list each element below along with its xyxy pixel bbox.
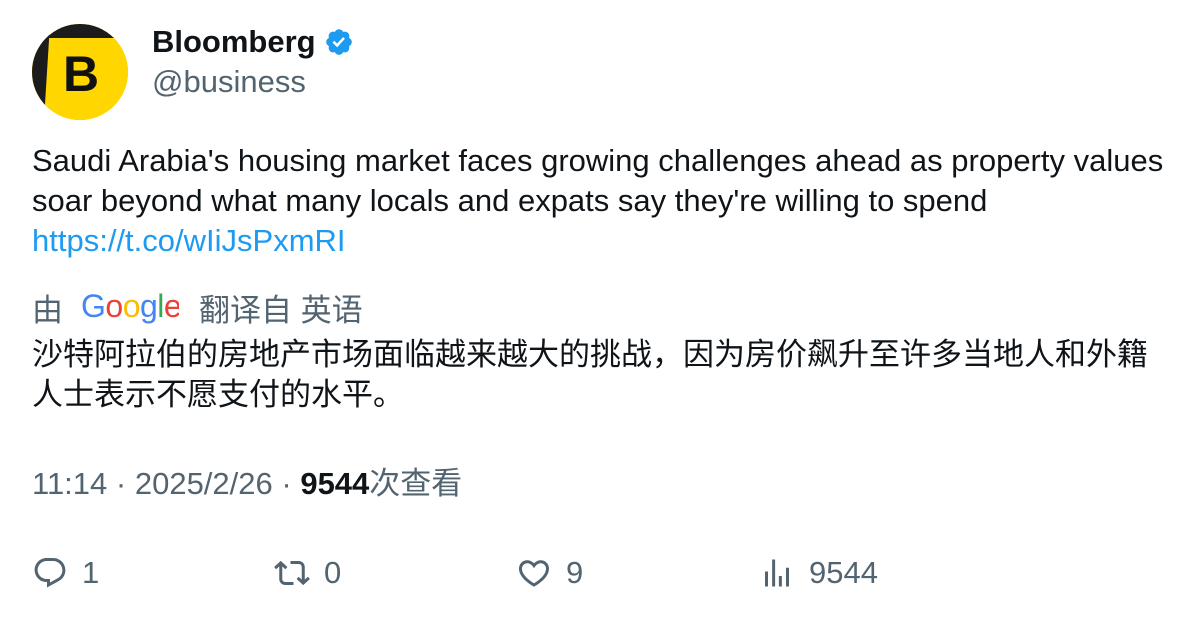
tweet-meta: 11:14 · 2025/2/26 · 9544次查看 <box>32 464 462 504</box>
svg-text:B: B <box>63 46 99 102</box>
retweet-button[interactable]: 0 <box>274 551 341 595</box>
author-handle[interactable]: @business <box>152 62 306 102</box>
action-bar: 1 0 9 9544 <box>32 551 1172 595</box>
views-action-count: 9544 <box>809 555 878 590</box>
tweet-card: B Bloomberg @business Saudi Arabia's hou… <box>0 0 1196 618</box>
google-logo-icon[interactable]: Google <box>81 288 182 325</box>
author-name[interactable]: Bloomberg <box>152 22 354 62</box>
like-count: 9 <box>566 555 584 590</box>
tweet-time[interactable]: 11:14 <box>32 466 107 501</box>
tweet-text: Saudi Arabia's housing market faces grow… <box>32 141 1172 261</box>
views-label: 次查看 <box>369 466 463 501</box>
tweet-link[interactable]: https://t.co/wIiJsPxmRI <box>32 221 1172 261</box>
bloomberg-logo-icon: B <box>32 24 128 120</box>
translated-by-label: 由 <box>32 292 63 328</box>
like-button[interactable]: 9 <box>516 551 583 595</box>
reply-button[interactable]: 1 <box>32 551 99 595</box>
views-bar-chart-icon <box>765 559 789 587</box>
avatar[interactable]: B <box>32 24 128 120</box>
tweet-body: Saudi Arabia's housing market faces grow… <box>32 143 1164 218</box>
views-button[interactable]: 9544 <box>759 551 878 595</box>
translated-text: 沙特阿拉伯的房地产市场面临越来越大的挑战，因为房价飙升至许多当地人和外籍人士表示… <box>32 337 1148 412</box>
heart-icon <box>518 560 550 587</box>
translation-attribution: 由 Google 翻译自 英语 <box>32 285 363 330</box>
verified-badge-icon <box>324 27 354 57</box>
views-count: 9544 <box>300 466 370 501</box>
meta-separator: · <box>272 466 301 501</box>
retweet-icon <box>274 560 310 586</box>
reply-count: 1 <box>82 555 100 590</box>
author-name-text: Bloomberg <box>152 24 316 59</box>
translated-from-label[interactable]: 翻译自 英语 <box>199 285 363 330</box>
svg-text:Google: Google <box>81 289 179 324</box>
reply-icon <box>34 558 66 588</box>
retweet-count: 0 <box>324 555 342 590</box>
meta-separator: · <box>107 466 135 501</box>
tweet-date[interactable]: 2025/2/26 <box>135 466 273 501</box>
